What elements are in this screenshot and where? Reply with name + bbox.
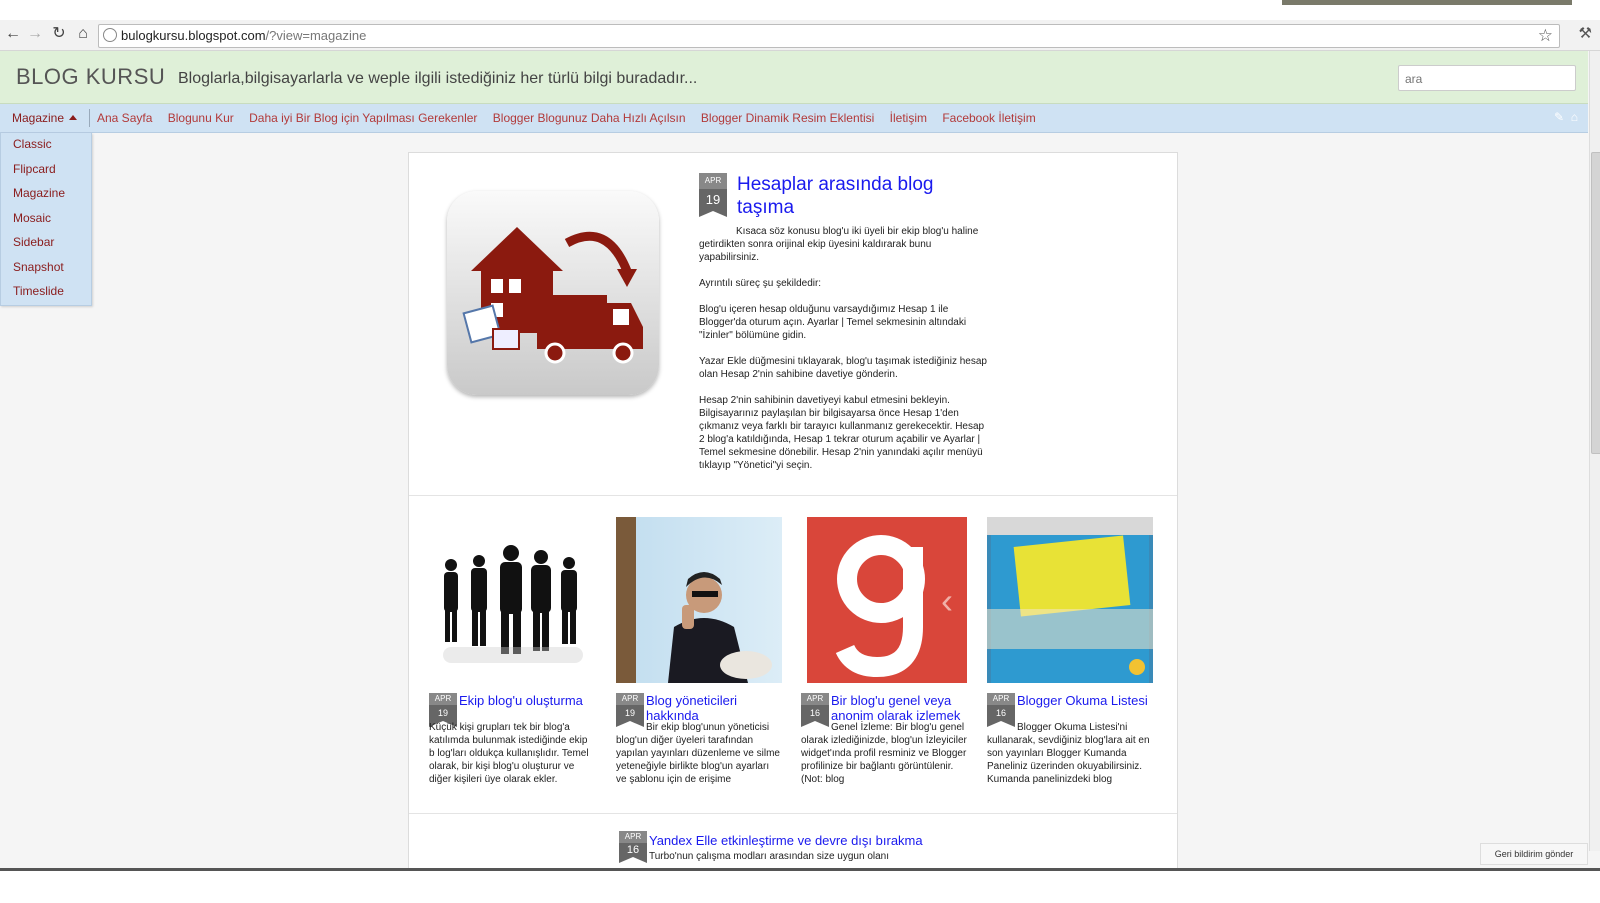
view-selector[interactable]: Magazine: [12, 111, 78, 125]
browser-status-bar: [0, 868, 1600, 903]
post-date-badge: APR 16: [987, 693, 1015, 727]
home-icon[interactable]: ⌂: [1571, 110, 1578, 124]
date-day: 19: [705, 192, 721, 207]
person-icon: [668, 572, 772, 683]
nav-link-hizli-acilsin[interactable]: Blogger Blogunuz Daha Hızlı Açılsın: [493, 111, 686, 125]
search-input[interactable]: [1403, 68, 1573, 90]
featured-date-badge: APR 19: [699, 173, 727, 217]
google-plus-logo-image[interactable]: ‹: [801, 517, 967, 683]
caret-up-icon: [69, 115, 78, 120]
nav-link-ana-sayfa[interactable]: Ana Sayfa: [97, 111, 152, 125]
nav-link-blogunu-kur[interactable]: Blogunu Kur: [168, 111, 234, 125]
featured-paragraph: Yazar Ekle düğmesini tıklayarak, blog'u …: [699, 356, 987, 380]
post-title[interactable]: Blogger Okuma Listesi: [1017, 693, 1153, 708]
send-feedback-button[interactable]: Geri bildirim gönder: [1480, 843, 1588, 865]
date-month: APR: [429, 693, 457, 705]
tab-strip: [1282, 0, 1572, 5]
date-day: 16: [995, 708, 1006, 718]
date-month: APR: [801, 693, 829, 705]
browser-top-strip: [0, 0, 1600, 20]
featured-post-body: Kısaca söz konusu blog'u iki üyeli bir e…: [699, 225, 987, 485]
view-option-mosaic[interactable]: Mosaic: [1, 207, 91, 232]
featured-paragraph: Blog'u içeren hesap olduğunu varsaydığım…: [699, 304, 967, 341]
post-title[interactable]: Blog yöneticileri hakkında: [646, 693, 782, 723]
forward-arrow-icon[interactable]: →: [26, 25, 44, 43]
nav-link-dinamik-resim[interactable]: Blogger Dinamik Resim Eklentisi: [701, 111, 874, 125]
navbar-icons: ✎ ⌂: [1554, 110, 1578, 124]
search-box[interactable]: [1398, 65, 1576, 91]
blog-navbar: Magazine Ana Sayfa Blogunu Kur Daha iyi …: [0, 104, 1588, 133]
featured-paragraph: Kısaca söz konusu blog'u iki üyeli bir e…: [699, 226, 979, 263]
reload-icon[interactable]: ↻: [50, 25, 68, 43]
nav-link-daha-iyi-blog[interactable]: Daha iyi Bir Blog için Yapılması Gereken…: [249, 111, 477, 125]
date-day: 19: [437, 708, 448, 718]
nav-link-iletisim[interactable]: İletişim: [890, 111, 927, 125]
view-option-timeslide[interactable]: Timeslide: [1, 280, 91, 305]
post-title[interactable]: Ekip blog'u oluşturma: [459, 693, 595, 708]
blog-title[interactable]: BLOG KURSU: [16, 64, 165, 90]
post-card: APR 16 Blogger Okuma Listesi Blogger Okum…: [987, 517, 1153, 807]
blog-book-cover-image[interactable]: [987, 517, 1153, 683]
people-silhouettes-image[interactable]: [429, 517, 595, 683]
date-month: APR: [616, 693, 644, 705]
magazine-content: APR 19 Hesaplar arasında blog taşıma Kıs…: [408, 152, 1178, 874]
post-title[interactable]: Yandex Elle etkinleştirme ve devre dışı …: [649, 833, 923, 848]
post-card: APR 19 Ekip blog'u oluşturma Küçük kişi g…: [429, 517, 595, 807]
wrench-menu-icon[interactable]: ⚒: [1579, 24, 1592, 42]
post-excerpt: Bir ekip blog'unun yöneticisi blog'un di…: [616, 722, 780, 785]
moving-house-truck-image[interactable]: [447, 191, 659, 395]
man-on-phone-image[interactable]: [616, 517, 782, 683]
book-cover-icon: [987, 517, 1153, 683]
page-scrollbar[interactable]: [1589, 51, 1600, 851]
view-option-magazine[interactable]: Magazine: [1, 182, 91, 207]
date-month: APR: [619, 831, 647, 843]
svg-text:‹: ‹: [941, 580, 953, 621]
date-month: APR: [987, 693, 1015, 705]
post-date-badge: APR 16: [801, 693, 829, 727]
address-url: bulogkursu.blogspot.com/?view=magazine: [121, 28, 367, 43]
page-links: Ana Sayfa Blogunu Kur Daha iyi Bir Blog …: [97, 111, 1048, 125]
post-excerpt: Genel İzleme: Bir blog'u genel olarak iz…: [801, 722, 967, 785]
date-day: 16: [809, 708, 820, 718]
views-dropdown: Classic Flipcard Magazine Mosaic Sidebar…: [0, 133, 92, 306]
view-option-classic[interactable]: Classic: [1, 133, 91, 158]
view-option-snapshot[interactable]: Snapshot: [1, 256, 91, 281]
back-arrow-icon[interactable]: ←: [4, 25, 22, 43]
blog-header: BLOG KURSU Bloglarla,bilgisayarlarla ve …: [0, 51, 1588, 104]
date-month: APR: [699, 173, 727, 189]
edit-pencil-icon[interactable]: ✎: [1554, 110, 1564, 124]
date-day: 16: [626, 844, 640, 856]
post-card: ‹ APR 16 Bir blog'u genel veya anonim ola…: [801, 517, 967, 807]
post-title[interactable]: Bir blog'u genel veya anonim olarak izle…: [831, 693, 967, 723]
moving-truck-icon: [462, 227, 643, 364]
post-date-badge: APR 19: [429, 693, 457, 727]
home-icon[interactable]: ⌂: [74, 25, 92, 43]
section-divider: [409, 495, 1177, 496]
bookmark-star-icon[interactable]: ☆: [1538, 26, 1553, 46]
post-excerpt: Küçük kişi grupları tek bir blog'a katıl…: [429, 722, 589, 785]
featured-paragraph: Hesap 2'nin sahibinin davetiyeyi kabul e…: [699, 395, 985, 471]
blog-description: Bloglarla,bilgisayarlarla ve weple ilgil…: [178, 70, 698, 87]
silhouettes-icon: [443, 545, 583, 663]
scrollbar-thumb[interactable]: [1591, 152, 1600, 454]
featured-post-title[interactable]: Hesaplar arasında blog taşıma: [737, 173, 987, 219]
section-divider: [409, 813, 1177, 814]
post-card: APR 19 Blog yöneticileri hakkında Bir eki…: [616, 517, 782, 807]
post-date-badge: APR 16: [619, 831, 647, 863]
post-date-badge: APR 19: [616, 693, 644, 727]
date-day: 19: [624, 708, 635, 718]
post-excerpt: Turbo'nun çalışma modları arasından size…: [649, 851, 890, 862]
browser-toolbar: ← → ↻ ⌂ bulogkursu.blogspot.com/?view=ma…: [0, 20, 1600, 51]
view-option-flipcard[interactable]: Flipcard: [1, 158, 91, 183]
page-info-icon: [103, 28, 117, 42]
nav-divider: [89, 109, 90, 127]
view-option-sidebar[interactable]: Sidebar: [1, 231, 91, 256]
address-bar[interactable]: bulogkursu.blogspot.com/?view=magazine ☆: [98, 24, 1560, 48]
nav-link-facebook-iletisim[interactable]: Facebook İletişim: [942, 111, 1035, 125]
google-g-icon: ‹: [801, 517, 953, 683]
featured-paragraph: Ayrıntılı süreç şu şekildedir:: [699, 278, 822, 289]
post-excerpt: Blogger Okuma Listesi'ni kullanarak, sev…: [987, 722, 1150, 785]
